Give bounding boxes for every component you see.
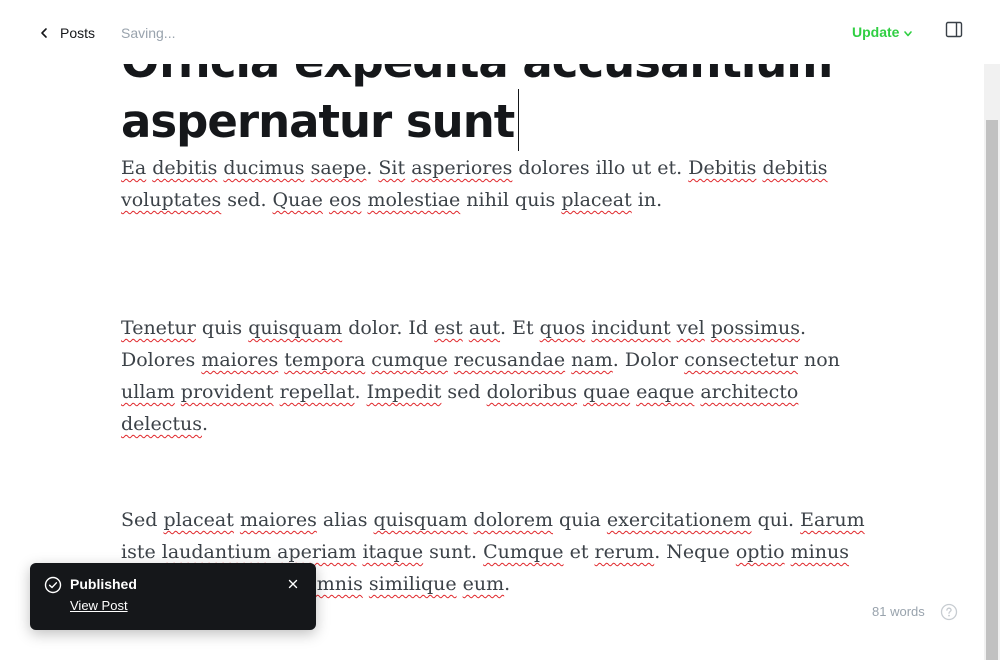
misspelled-word[interactable]: Quae — [273, 189, 323, 211]
misspelled-word[interactable]: saepe — [311, 157, 367, 179]
misspelled-word[interactable]: ducimus — [223, 157, 304, 179]
paragraph-1[interactable]: Ea debitis ducimus saepe. Sit asperiores… — [121, 152, 866, 216]
chevron-left-icon — [41, 28, 47, 38]
misspelled-word[interactable]: quos — [540, 317, 586, 339]
post-title-line-2-text[interactable]: aspernatur sunt — [121, 95, 515, 148]
misspelled-word[interactable]: Ea — [121, 157, 146, 179]
update-button[interactable]: Update — [852, 24, 913, 40]
misspelled-word[interactable]: quisquam — [374, 509, 468, 531]
misspelled-word[interactable]: minus — [791, 541, 849, 563]
misspelled-word[interactable]: consectetur — [684, 349, 798, 371]
toast-title: Published — [70, 576, 137, 592]
published-toast: Published View Post — [30, 563, 316, 630]
misspelled-word[interactable]: rerum — [595, 541, 655, 563]
misspelled-word[interactable]: cumque — [371, 349, 448, 371]
misspelled-word[interactable]: asperiores — [411, 157, 512, 179]
check-circle-icon — [44, 576, 62, 594]
misspelled-word[interactable]: quae — [583, 381, 630, 403]
editor-header: Posts Saving... Update — [0, 0, 1000, 64]
post-title-line-2[interactable]: aspernatur sunt — [121, 89, 881, 151]
save-status: Saving... — [121, 25, 176, 41]
misspelled-word[interactable]: Sit — [378, 157, 405, 179]
misspelled-word[interactable]: dolorem — [474, 509, 553, 531]
misspelled-word[interactable]: doloribus — [487, 381, 577, 403]
misspelled-word[interactable]: Tenetur — [121, 317, 196, 339]
view-post-link[interactable]: View Post — [70, 598, 128, 613]
text-caret — [518, 89, 520, 151]
misspelled-word[interactable]: Debitis — [688, 157, 756, 179]
misspelled-word[interactable]: eum — [463, 573, 505, 595]
misspelled-word[interactable]: debitis — [152, 157, 217, 179]
misspelled-word[interactable]: architecto — [700, 381, 798, 403]
back-link-label[interactable]: Posts — [60, 25, 95, 41]
misspelled-word[interactable]: recusandae — [454, 349, 565, 371]
misspelled-word[interactable]: itaque — [362, 541, 423, 563]
sidebar-toggle-icon[interactable] — [944, 20, 964, 40]
help-icon[interactable] — [940, 603, 958, 621]
misspelled-word[interactable]: debitis — [762, 157, 827, 179]
misspelled-word[interactable]: optio — [736, 541, 785, 563]
misspelled-word[interactable]: repellat — [280, 381, 355, 403]
misspelled-word[interactable]: eos — [329, 189, 361, 211]
misspelled-word[interactable]: laudantium — [162, 541, 271, 563]
misspelled-word[interactable]: molestiae — [367, 189, 460, 211]
misspelled-word[interactable]: similique — [369, 573, 457, 595]
misspelled-word[interactable]: nam — [571, 349, 613, 371]
misspelled-word[interactable]: est — [434, 317, 463, 339]
back-to-posts-link[interactable]: Posts — [38, 22, 95, 44]
misspelled-word[interactable]: incidunt — [591, 317, 670, 339]
misspelled-word[interactable]: placeat — [561, 189, 631, 211]
close-icon[interactable] — [286, 577, 300, 591]
paragraph-2[interactable]: Tenetur quis quisquam dolor. Id est aut.… — [121, 312, 866, 440]
editor-scrollbar[interactable] — [984, 64, 1000, 660]
scrollbar-thumb[interactable] — [986, 120, 998, 660]
misspelled-word[interactable]: Earum — [800, 509, 865, 531]
misspelled-word[interactable]: possimus — [711, 317, 800, 339]
update-button-label[interactable]: Update — [852, 24, 899, 40]
misspelled-word[interactable]: ullam — [121, 381, 175, 403]
misspelled-word[interactable]: voluptates — [121, 189, 221, 211]
chevron-down-icon[interactable] — [903, 29, 913, 39]
misspelled-word[interactable]: tempora — [284, 349, 365, 371]
misspelled-word[interactable]: maiores — [201, 349, 278, 371]
misspelled-word[interactable]: aperiam — [277, 541, 356, 563]
misspelled-word[interactable]: Impedit — [367, 381, 442, 403]
misspelled-word[interactable]: eaque — [636, 381, 694, 403]
misspelled-word[interactable]: placeat — [163, 509, 233, 531]
misspelled-word[interactable]: quisquam — [248, 317, 342, 339]
misspelled-word[interactable]: maiores — [240, 509, 317, 531]
misspelled-word[interactable]: vel — [677, 317, 705, 339]
misspelled-word[interactable]: Cumque — [483, 541, 563, 563]
post-editor: Officia expedita accusantium aspernatur … — [0, 0, 1000, 660]
misspelled-word[interactable]: provident — [181, 381, 274, 403]
misspelled-word[interactable]: delectus — [121, 413, 202, 435]
misspelled-word[interactable]: exercitationem — [607, 509, 752, 531]
misspelled-word[interactable]: aut — [469, 317, 500, 339]
word-count: 81 words — [872, 604, 925, 619]
